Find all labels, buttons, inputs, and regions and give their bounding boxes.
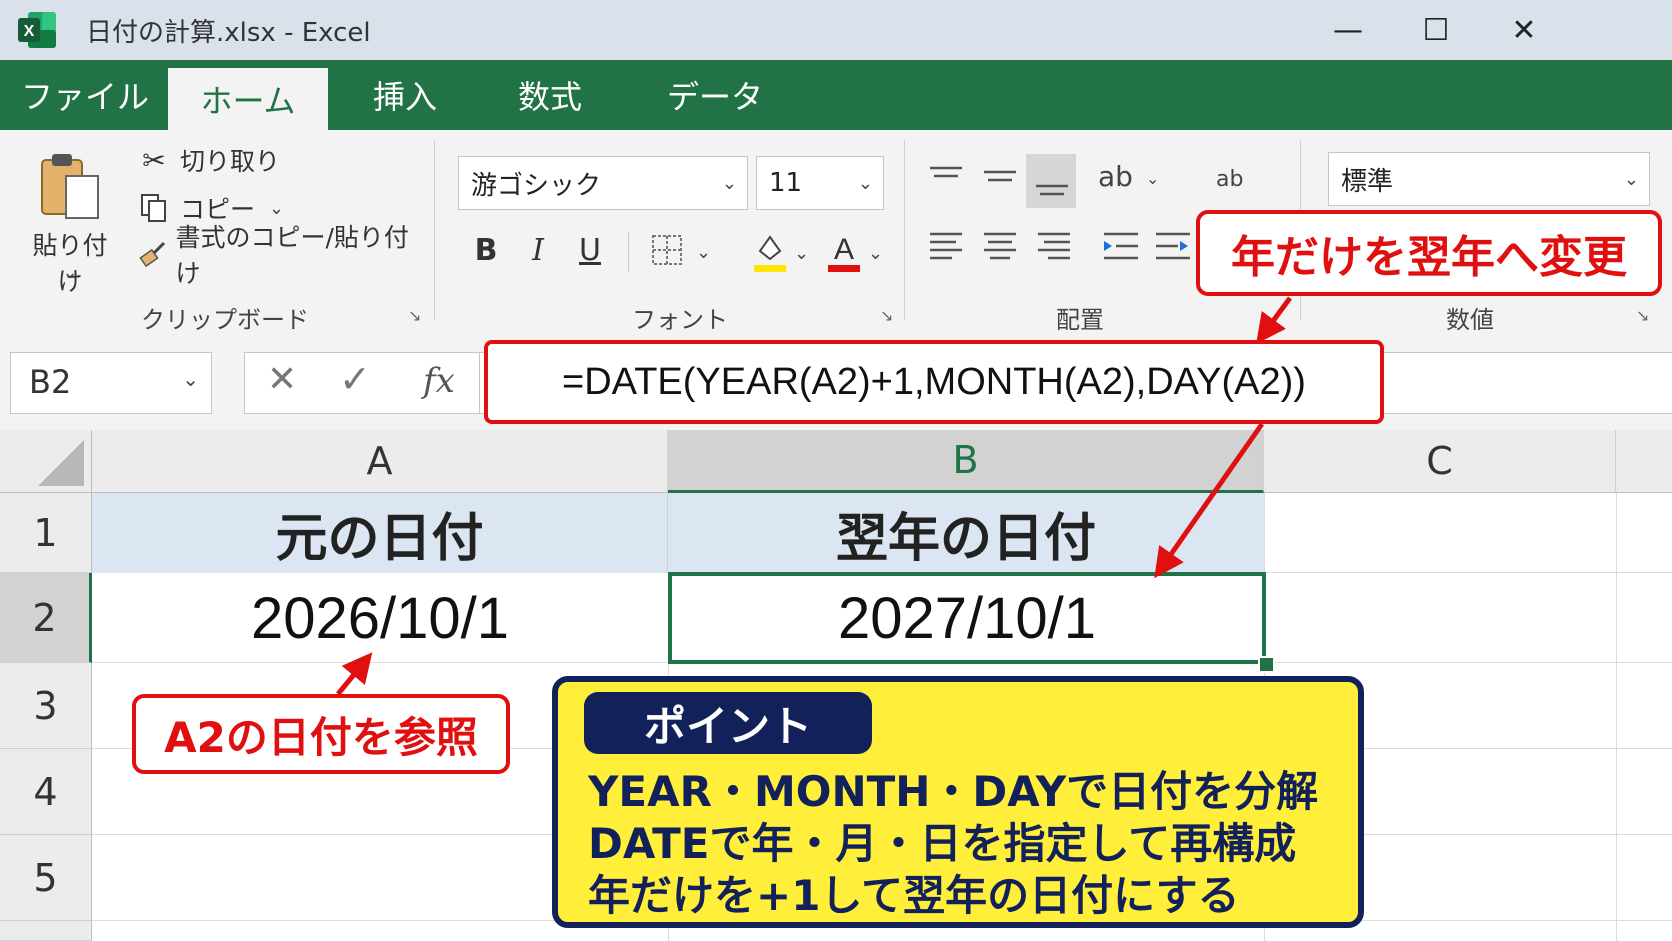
reference-callout: A2の日付を参照 xyxy=(132,694,510,774)
arrow-to-cell-b2 xyxy=(1154,422,1265,579)
point-line-3: 年だけを+1して翌年の日付にする xyxy=(588,871,1240,920)
point-title: ポイント xyxy=(584,692,872,754)
arrow-to-cell-a2 xyxy=(336,652,373,696)
arrow-to-formula xyxy=(1256,296,1293,345)
